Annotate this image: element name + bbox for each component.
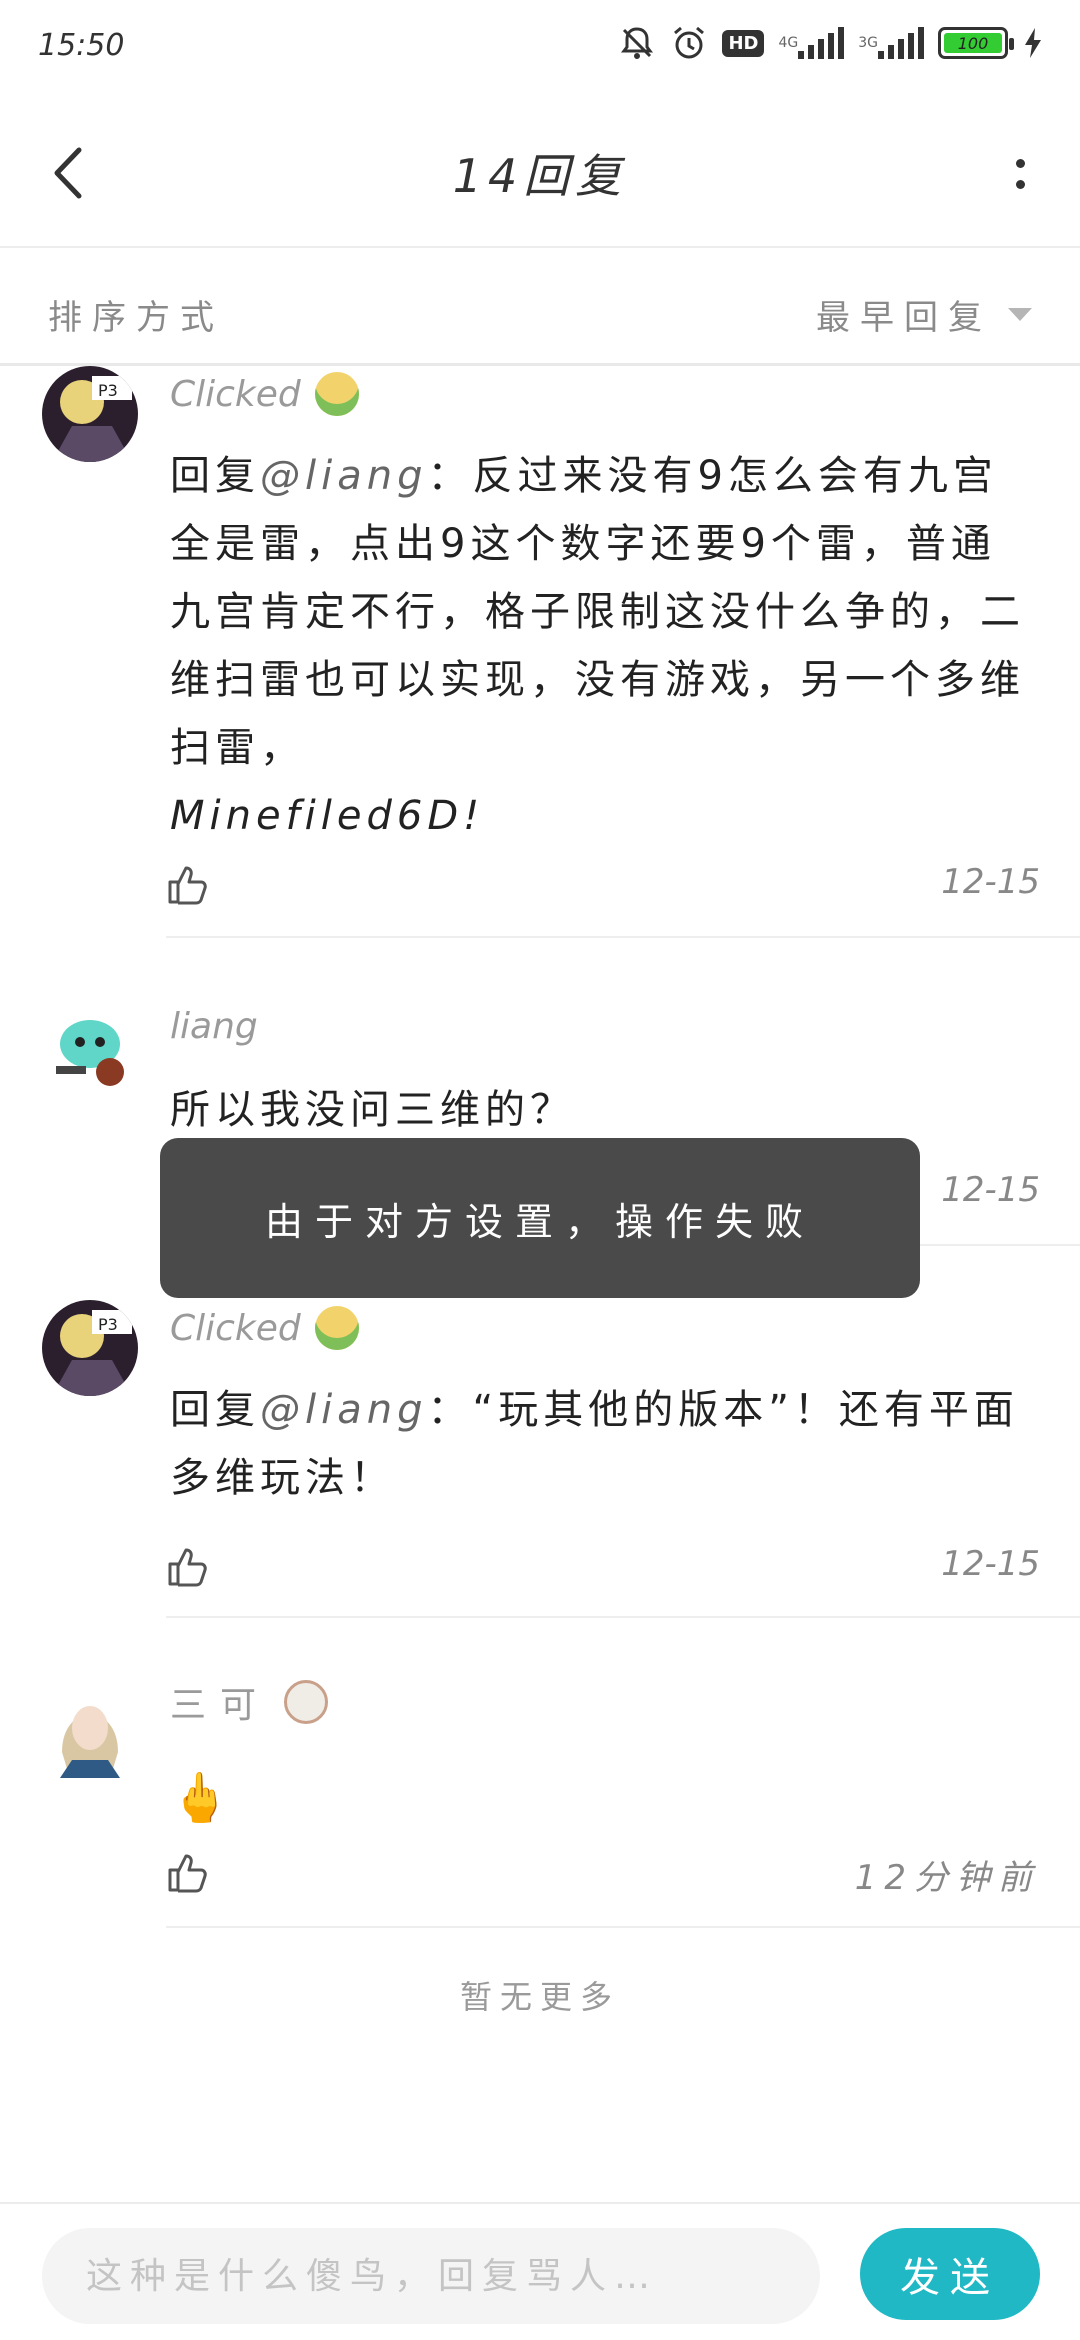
mention-link[interactable]: @liang [260,1387,427,1433]
comment-author[interactable]: Clicked [170,1306,359,1350]
comment-text: 所以我没问三维的？ [170,1076,1030,1144]
comment-body: 所以我没问三维的？ [170,1087,575,1133]
more-button[interactable] [1000,144,1040,204]
sort-bar: 排序方式 最早回复 [0,250,1080,366]
svg-text:P3: P3 [98,1315,118,1334]
charging-icon [1022,26,1044,60]
send-button[interactable]: 发送 [860,2228,1040,2320]
network-type-label: 4G [778,35,799,51]
alarm-icon [670,24,708,62]
status-bar: 15:50 HD 4G 3G 100 [0,0,1080,96]
more-vertical-icon [1015,159,1025,168]
comment-author[interactable]: 三可 [170,1676,329,1728]
avatar[interactable] [42,1000,138,1096]
sort-dropdown[interactable]: 最早回复 [816,290,992,339]
status-icons: HD 4G 3G 100 [618,24,1044,62]
hd-icon: HD [722,29,765,57]
battery-level: 100 [944,33,1002,53]
author-name: liang [170,1006,258,1047]
like-icon[interactable] [166,1544,210,1588]
mention-link[interactable]: @liang [260,453,427,499]
avatar[interactable]: P3 [42,1300,138,1396]
status-time: 15:50 [38,28,125,63]
page-title: 14回复 [452,149,628,203]
reply-input[interactable] [42,2228,820,2324]
user-badge-icon [314,1306,359,1350]
compose-bar: 发送 [0,2202,1080,2340]
user-badge-icon [314,372,359,416]
divider [166,936,1080,938]
caret-down-icon[interactable] [1008,308,1032,321]
comment-date: 12-15 [941,1170,1040,1210]
reply-prefix: 回复 [170,453,260,499]
author-name: Clicked [170,1307,301,1349]
comment-author[interactable]: Clicked [170,372,359,416]
network-type-label: 3G [858,35,878,51]
comment-author[interactable]: liang [170,1006,258,1047]
user-badge-icon [284,1680,329,1724]
divider [166,1616,1080,1618]
comment-body: ：反过来没有9怎么会有九宫全是雷，点出9这个数字还要9个雷，普通九宫肯定不行，格… [170,453,1025,771]
sort-label: 排序方式 [48,298,224,338]
header: 14回复 [0,96,1080,248]
comment-date: 12-15 [941,1544,1040,1584]
author-name: 三可 [170,1685,271,1726]
divider [166,1926,1080,1928]
signal-icon: 4G [778,27,845,59]
comment-body: 🖕 [170,1770,235,1826]
battery-icon: 100 [938,27,1014,59]
svg-text:P3: P3 [98,381,118,400]
no-more-text: 暂无更多 [459,1978,620,2016]
avatar[interactable] [42,1682,138,1778]
toast: 由于对方设置，操作失败 [160,1138,920,1298]
comment-text: 🖕 [170,1764,1030,1832]
toast-message: 由于对方设置，操作失败 [264,1199,815,1244]
comment-text: 回复@liang：“玩其他的版本”！还有平面多维玩法！ [170,1376,1030,1512]
like-icon[interactable] [166,1850,210,1894]
comment-extra: Minefiled6D! [170,793,485,839]
bell-off-icon [618,24,656,62]
comment-text: 回复@liang：反过来没有9怎么会有九宫全是雷，点出9这个数字还要9个雷，普通… [170,442,1030,850]
comment-date: 12-15 [941,862,1040,902]
reply-prefix: 回复 [170,1387,260,1433]
avatar[interactable]: P3 [42,366,138,462]
signal-icon: 3G [858,27,924,59]
author-name: Clicked [170,373,301,415]
like-icon[interactable] [166,862,210,906]
comment-date: 12分钟前 [854,1858,1040,1898]
